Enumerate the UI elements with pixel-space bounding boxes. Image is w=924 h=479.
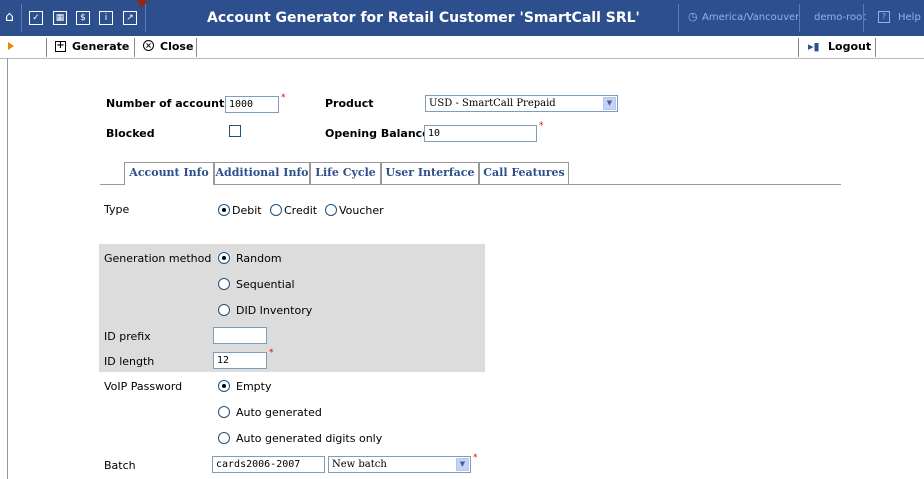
type-credit-label: Credit <box>284 204 318 217</box>
divider <box>863 4 864 32</box>
batch-select[interactable]: New batch ▼ <box>328 456 471 473</box>
chevron-down-icon[interactable]: ▼ <box>456 458 469 471</box>
divider <box>145 4 146 32</box>
generation-random-label: Random <box>236 252 282 265</box>
close-circle-icon[interactable]: × <box>143 40 154 51</box>
home-icon[interactable]: ⌂ <box>5 9 14 25</box>
divider <box>875 38 876 57</box>
product-select-value: USD - SmartCall Prepaid <box>429 98 556 109</box>
timezone-link[interactable]: America/Vancouver <box>702 12 799 23</box>
required-marker: * <box>281 93 286 103</box>
tab-user-interface[interactable]: User Interface <box>381 162 479 184</box>
divider <box>196 38 197 57</box>
chevron-down-icon[interactable]: ▼ <box>603 97 616 110</box>
generation-sequential-label: Sequential <box>236 278 295 291</box>
dollar-icon[interactable]: $ <box>76 11 90 25</box>
close-button[interactable]: Close <box>160 40 193 53</box>
generation-method-label: Generation method <box>104 252 212 265</box>
opening-balance-input[interactable]: 10 <box>424 125 537 142</box>
divider <box>134 38 135 57</box>
logout-button[interactable]: Logout <box>828 40 871 53</box>
batch-label: Batch <box>104 459 136 472</box>
tab-call-features[interactable]: Call Features <box>479 162 569 184</box>
product-select[interactable]: USD - SmartCall Prepaid ▼ <box>425 95 618 112</box>
type-voucher-radio[interactable] <box>325 204 337 216</box>
blocked-checkbox[interactable] <box>229 125 241 137</box>
divider <box>678 4 679 32</box>
checkbox-icon[interactable]: ✓ <box>29 11 43 25</box>
play-icon <box>8 42 14 50</box>
help-icon[interactable]: ? <box>878 11 890 23</box>
logout-icon[interactable]: ▸▮ <box>808 40 820 53</box>
accounts-icon[interactable]: ▦ <box>53 11 67 25</box>
type-label: Type <box>104 203 130 216</box>
toolbar: + Generate × Close ▸▮ Logout <box>0 36 924 59</box>
id-length-label: ID length <box>104 355 155 368</box>
page-title: Account Generator for Retail Customer 'S… <box>207 10 640 26</box>
id-prefix-input[interactable] <box>213 327 267 344</box>
type-debit-label: Debit <box>232 204 262 217</box>
generation-sequential-radio[interactable] <box>218 278 230 290</box>
id-prefix-label: ID prefix <box>104 330 151 343</box>
generation-did-inventory-label: DID Inventory <box>236 304 313 317</box>
tab-additional-info[interactable]: Additional Info <box>214 162 310 184</box>
type-credit-radio[interactable] <box>270 204 282 216</box>
voip-auto-digits-radio[interactable] <box>218 432 230 444</box>
batch-name-input[interactable]: cards2006-2007 <box>212 456 325 473</box>
generation-random-radio[interactable] <box>218 252 230 264</box>
id-length-input[interactable]: 12 <box>213 352 267 369</box>
blocked-label: Blocked <box>106 127 155 140</box>
batch-select-value: New batch <box>332 459 387 470</box>
plus-box-icon[interactable]: + <box>55 41 66 52</box>
voip-auto-generated-label: Auto generated <box>236 406 322 419</box>
number-of-accounts-label: Number of accounts <box>106 97 231 110</box>
voip-auto-generated-radio[interactable] <box>218 406 230 418</box>
chart-icon[interactable]: ↗ <box>123 11 137 25</box>
divider <box>799 4 800 32</box>
product-label: Product <box>325 97 374 110</box>
generation-did-inventory-radio[interactable] <box>218 304 230 316</box>
user-link[interactable]: demo-root <box>814 12 866 23</box>
help-link[interactable]: Help <box>898 12 921 23</box>
type-voucher-label: Voucher <box>339 204 384 217</box>
content-border <box>7 58 8 479</box>
voip-auto-digits-label: Auto generated digits only <box>236 432 383 445</box>
divider <box>21 4 22 32</box>
opening-balance-label: Opening Balance <box>325 127 430 140</box>
clock-icon: ◷ <box>688 10 698 23</box>
number-of-accounts-input[interactable]: 1000 <box>225 96 279 113</box>
voip-empty-radio[interactable] <box>218 380 230 392</box>
required-marker: * <box>473 453 478 463</box>
required-marker: * <box>269 348 274 358</box>
voip-empty-label: Empty <box>236 380 272 393</box>
type-debit-radio[interactable] <box>218 204 230 216</box>
tab-account-info[interactable]: Account Info <box>124 162 214 185</box>
divider <box>798 38 799 57</box>
info-icon[interactable]: i <box>99 11 113 25</box>
tab-life-cycle[interactable]: Life Cycle <box>310 162 381 184</box>
divider <box>46 38 47 57</box>
voip-password-label: VoIP Password <box>104 380 183 393</box>
required-marker: * <box>539 121 544 131</box>
generate-button[interactable]: Generate <box>72 40 129 53</box>
selection-marker-icon <box>136 0 148 8</box>
